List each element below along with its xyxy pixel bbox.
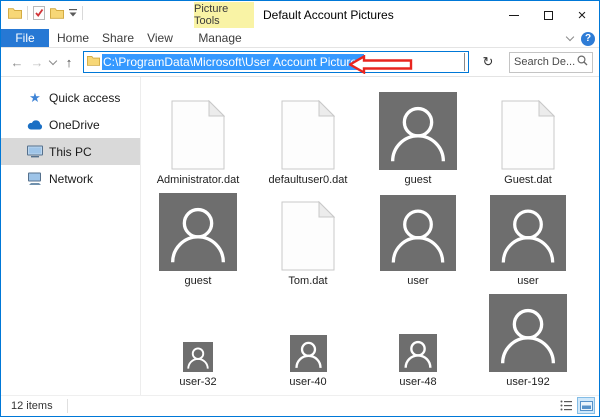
user-picture-icon bbox=[380, 195, 456, 271]
navigation-pane: ★ Quick access OneDrive This PC Network bbox=[1, 77, 141, 395]
picture-tools-group: Picture Tools bbox=[194, 2, 254, 28]
file-item[interactable]: user-40 bbox=[253, 288, 363, 389]
sidebar-item-quick-access[interactable]: ★ Quick access bbox=[1, 84, 140, 111]
explorer-window: Picture Tools Default Account Pictures ×… bbox=[0, 0, 600, 417]
search-placeholder: Search De... bbox=[514, 56, 577, 68]
file-item[interactable]: user-32 bbox=[143, 288, 253, 389]
user-picture-icon bbox=[490, 195, 566, 271]
file-item[interactable]: user-48 bbox=[363, 288, 473, 389]
file-name: user bbox=[517, 274, 538, 288]
file-item[interactable]: Tom.dat bbox=[253, 187, 363, 288]
file-item[interactable]: user bbox=[473, 187, 583, 288]
close-button[interactable]: × bbox=[565, 1, 599, 29]
file-name: user bbox=[407, 274, 428, 288]
status-separator bbox=[67, 399, 68, 413]
dat-file-icon bbox=[171, 100, 225, 170]
file-name: defaultuser0.dat bbox=[269, 173, 348, 187]
title-bar: Picture Tools Default Account Pictures × bbox=[1, 1, 599, 29]
file-item[interactable]: guest bbox=[143, 187, 253, 288]
user-picture-icon bbox=[398, 334, 438, 372]
items-count: 12 items bbox=[1, 400, 53, 412]
address-dropdown-icon[interactable] bbox=[464, 53, 465, 71]
maximize-button[interactable] bbox=[531, 1, 565, 29]
file-name: guest bbox=[405, 173, 432, 187]
dat-file-icon bbox=[281, 201, 335, 271]
file-name: user-40 bbox=[289, 375, 326, 389]
dat-file-icon bbox=[281, 100, 335, 170]
annotation-arrow-icon bbox=[349, 55, 413, 79]
expand-ribbon-icon[interactable] bbox=[566, 33, 574, 41]
customize-toolbar-icon[interactable] bbox=[69, 9, 77, 17]
new-folder-icon[interactable] bbox=[50, 7, 64, 19]
navigation-bar: ← → ↑ C:\ProgramData\Microsoft\User Acco… bbox=[1, 48, 599, 77]
file-list: Administrator.dat defaultuser0.dat guest… bbox=[141, 77, 599, 395]
search-icon bbox=[577, 53, 588, 71]
up-button[interactable]: ↑ bbox=[59, 55, 79, 70]
tab-manage[interactable]: Manage bbox=[191, 29, 249, 47]
file-name: user-48 bbox=[399, 375, 436, 389]
sidebar-item-this-pc[interactable]: This PC bbox=[1, 138, 140, 165]
recent-locations-icon[interactable] bbox=[47, 61, 59, 64]
this-pc-monitor-icon bbox=[27, 144, 43, 160]
sidebar-item-label: OneDrive bbox=[49, 118, 100, 132]
status-bar: 12 items bbox=[1, 395, 599, 415]
minimize-button[interactable] bbox=[497, 1, 531, 29]
large-icons-view-button[interactable] bbox=[577, 397, 595, 414]
file-name: user-192 bbox=[506, 375, 549, 389]
sidebar-item-network[interactable]: Network bbox=[1, 165, 140, 192]
user-picture-icon bbox=[159, 193, 237, 271]
tab-file[interactable]: File bbox=[1, 29, 49, 47]
file-item[interactable]: Guest.dat bbox=[473, 86, 583, 187]
search-input[interactable]: Search De... bbox=[509, 52, 593, 73]
user-picture-icon bbox=[488, 294, 568, 372]
forward-button[interactable]: → bbox=[27, 55, 47, 70]
properties-icon[interactable] bbox=[33, 6, 45, 20]
tab-home[interactable]: Home bbox=[49, 29, 97, 47]
sidebar-item-onedrive[interactable]: OneDrive bbox=[1, 111, 140, 138]
back-button[interactable]: ← bbox=[7, 55, 27, 70]
address-path-selected[interactable]: C:\ProgramData\Microsoft\User Account Pi… bbox=[102, 54, 364, 70]
file-name: Guest.dat bbox=[504, 173, 552, 187]
sidebar-item-label: Network bbox=[49, 172, 93, 186]
window-title: Default Account Pictures bbox=[263, 1, 394, 29]
file-name: user-32 bbox=[179, 375, 216, 389]
refresh-button[interactable]: ↻ bbox=[477, 54, 499, 70]
file-name: Administrator.dat bbox=[157, 173, 240, 187]
user-picture-icon bbox=[183, 342, 213, 372]
details-view-button[interactable] bbox=[557, 397, 575, 414]
network-icon bbox=[27, 171, 43, 187]
window-controls: × bbox=[497, 1, 599, 29]
folder-icon[interactable] bbox=[8, 7, 22, 19]
file-item[interactable]: guest bbox=[363, 86, 473, 187]
sidebar-item-label: This PC bbox=[49, 145, 92, 159]
user-picture-icon bbox=[379, 92, 457, 170]
file-item[interactable]: Administrator.dat bbox=[143, 86, 253, 187]
quick-access-star-icon: ★ bbox=[27, 90, 43, 106]
quick-access-toolbar bbox=[8, 6, 83, 20]
file-name: guest bbox=[185, 274, 212, 288]
ribbon-tabs: File Home Share View Manage ? bbox=[1, 29, 599, 48]
sidebar-item-label: Quick access bbox=[49, 91, 120, 105]
onedrive-cloud-icon bbox=[27, 117, 43, 133]
help-icon[interactable]: ? bbox=[581, 32, 595, 46]
folder-icon bbox=[87, 53, 100, 71]
toolbar-separator bbox=[82, 6, 83, 20]
tab-view[interactable]: View bbox=[139, 29, 181, 47]
file-item[interactable]: user bbox=[363, 187, 473, 288]
file-item[interactable]: defaultuser0.dat bbox=[253, 86, 363, 187]
user-picture-icon bbox=[290, 335, 327, 372]
dat-file-icon bbox=[501, 100, 555, 170]
file-name: Tom.dat bbox=[288, 274, 327, 288]
tab-share[interactable]: Share bbox=[97, 29, 139, 47]
toolbar-separator bbox=[27, 6, 28, 20]
file-item[interactable]: user-192 bbox=[473, 288, 583, 389]
